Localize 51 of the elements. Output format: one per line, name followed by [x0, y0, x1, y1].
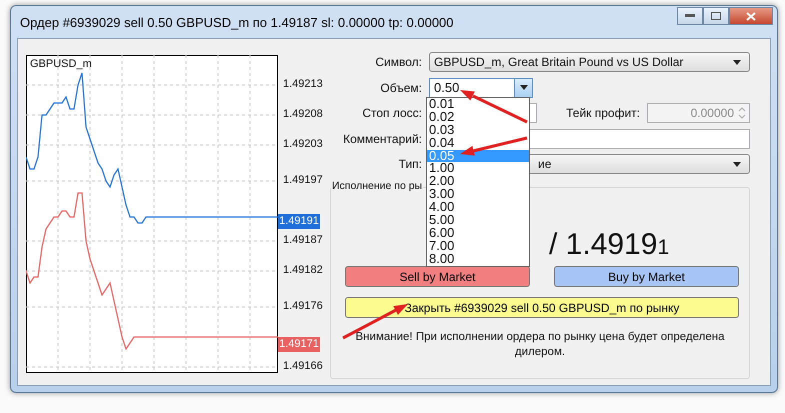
caret-icon — [733, 60, 741, 64]
price-label: 1.49213 — [283, 78, 323, 90]
price-label: 1.49176 — [283, 300, 323, 312]
price-quote: / 1.4919 — [549, 228, 658, 262]
price-tag: 1.49191 — [278, 214, 320, 229]
volume-option[interactable]: 2.00 — [427, 175, 529, 188]
annotation-arrow — [460, 136, 528, 156]
volume-option[interactable]: 4.00 — [427, 201, 529, 214]
group-legend: Исполнение по ры — [331, 180, 424, 192]
field-label: Объем: — [379, 80, 422, 96]
price-label: 1.49182 — [283, 264, 323, 276]
price-label: 1.49197 — [283, 174, 323, 186]
volume-option[interactable]: 5.00 — [427, 214, 529, 227]
field-label: Комментарий: — [342, 130, 422, 148]
caret-icon — [733, 162, 741, 166]
volume-option[interactable]: 0.04 — [427, 136, 529, 150]
maximize-icon — [711, 12, 721, 20]
minimize-icon — [685, 14, 695, 18]
field-label: Тип: — [398, 156, 422, 173]
volume-combo[interactable]: 0.50 — [429, 78, 533, 98]
spinner-icon — [737, 105, 747, 121]
volume-option[interactable]: 0.03 — [427, 124, 529, 137]
field-label: Тейк профит: — [565, 105, 641, 122]
volume-option[interactable]: 7.00 — [427, 240, 529, 253]
price-quote-digit: 1 — [657, 236, 670, 260]
volume-option[interactable]: 6.00 — [427, 226, 529, 240]
close-button[interactable]: Закрыть #6939029 sell 0.50 GBPUSD_m по рынку — [345, 297, 739, 318]
symbol-select[interactable]: GBPUSD_m, Great Britain Pound vs US Dollar — [429, 52, 750, 72]
maximize-button[interactable] — [703, 7, 729, 25]
chart-symbol: GBPUSD_m — [30, 58, 92, 70]
window-title: Ордер #6939029 sell 0.50 GBPUSD_m по 1.49187 sl: 0.00000 tp: 0.00000 — [20, 14, 454, 30]
price-label: 1.49166 — [283, 360, 323, 372]
warning-text: Внимание! При исполнении ордера по рынку цена будет определена дилером. — [354, 330, 726, 360]
buy-button[interactable]: Buy by Market — [554, 266, 739, 287]
price-label: 1.49187 — [283, 234, 323, 246]
volume-option[interactable]: 1.00 — [427, 162, 529, 176]
annotation-arrow — [460, 90, 528, 124]
volume-option[interactable]: 0.02 — [427, 110, 529, 124]
field-label: Стоп лосс: — [361, 105, 422, 122]
price-tag: 1.49171 — [278, 337, 320, 352]
sell-button[interactable]: Sell by Market — [345, 266, 530, 287]
price-label: 1.49208 — [283, 108, 323, 120]
price-label: 1.49203 — [283, 138, 323, 150]
close-icon — [746, 12, 756, 20]
caret-icon — [520, 85, 528, 90]
volume-option[interactable]: 3.00 — [427, 188, 529, 202]
volume-option[interactable]: 0.01 — [427, 98, 529, 111]
volume-option[interactable]: 8.00 — [427, 252, 529, 266]
close-button[interactable] — [729, 7, 773, 25]
minimize-button[interactable] — [677, 7, 703, 25]
field-label: Символ: — [374, 54, 422, 71]
